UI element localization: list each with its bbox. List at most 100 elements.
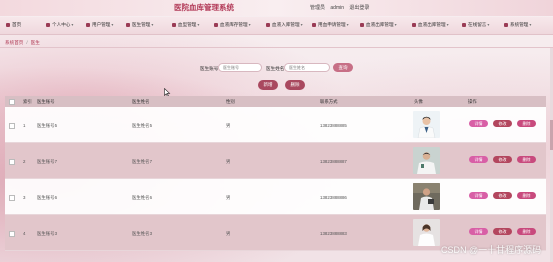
chevron-down-icon: ▾ [394, 22, 397, 27]
column-header-index: 索引 [23, 99, 32, 104]
nav-item-profile[interactable]: 个人中心▾ [46, 22, 73, 28]
cell-name: 医生姓名6 [132, 195, 153, 200]
edit-button[interactable]: 修改 [493, 120, 512, 127]
detail-button[interactable]: 详情 [469, 192, 488, 199]
cell-index: 1 [23, 123, 26, 128]
doctor-icon [126, 22, 130, 27]
delete-button[interactable]: 删除 [517, 120, 536, 127]
inbound-icon [266, 22, 270, 27]
chevron-down-icon: ▾ [197, 22, 200, 27]
user-role-label: 管理员 [310, 5, 326, 11]
cell-account: 医生账号7 [37, 159, 58, 164]
main-nav: 首页 个人中心▾ 用户管理▾ 医生管理▾ 血型管理▾ 血液库存管理▾ 血液入库管… [0, 17, 553, 35]
detail-button[interactable]: 详情 [469, 120, 488, 127]
batch-delete-button[interactable]: 删除 [285, 80, 305, 90]
chevron-down-icon: ▾ [446, 22, 449, 27]
chevron-down-icon: ▾ [529, 22, 532, 27]
cell-index: 2 [23, 159, 26, 164]
table-row: 1 医生账号5 医生姓名5 男 13823888885 详情 修改 删除 [5, 107, 546, 143]
divider [0, 47, 553, 48]
cell-name: 医生姓名5 [132, 123, 153, 128]
nav-item-users[interactable]: 用户管理▾ [86, 22, 113, 28]
search-account-input[interactable] [218, 63, 262, 72]
cell-gender: 男 [226, 231, 231, 236]
nav-item-doctors[interactable]: 医生管理▾ [126, 22, 153, 28]
user-info: 管理员 admin 退出登录 [310, 4, 373, 11]
column-header-account: 医生账号 [37, 99, 55, 104]
breadcrumb-separator: / [26, 40, 28, 45]
cell-account: 医生账号6 [37, 195, 58, 200]
nav-item-system[interactable]: 系统管理▾ [504, 22, 531, 28]
nav-item-home[interactable]: 首页 [6, 22, 21, 28]
add-button[interactable]: 新增 [258, 80, 278, 90]
row-checkbox[interactable] [9, 123, 15, 129]
table-header: 索引 医生账号 医生姓名 性别 联系方式 头像 操作 [5, 96, 546, 107]
cell-gender: 男 [226, 123, 231, 128]
user-icon [46, 22, 50, 27]
top-header: 医院血库管理系统 管理员 admin 退出登录 [0, 0, 553, 16]
search-name-input[interactable] [284, 63, 330, 72]
edit-button[interactable]: 修改 [493, 228, 512, 235]
cell-phone: 13823888883 [320, 231, 347, 236]
cell-name: 医生姓名3 [132, 231, 153, 236]
users-icon [86, 22, 90, 27]
column-header-actions: 操作 [468, 99, 477, 104]
nav-item-request[interactable]: 用血申请管理▾ [312, 22, 349, 28]
nav-item-messages[interactable]: 在线留言▾ [462, 22, 489, 28]
nav-item-outbound[interactable]: 血液出库管理▾ [360, 22, 397, 28]
cell-gender: 男 [226, 159, 231, 164]
cell-phone: 13823888887 [320, 159, 347, 164]
search-button[interactable]: 查询 [333, 63, 353, 72]
search-account-label: 医生账号 [200, 66, 219, 71]
cell-gender: 男 [226, 195, 231, 200]
column-header-gender: 性别 [226, 99, 235, 104]
cell-phone: 13823888886 [320, 195, 347, 200]
doctor-avatar [413, 111, 440, 138]
cell-phone: 13823888885 [320, 123, 347, 128]
edit-button[interactable]: 修改 [493, 156, 512, 163]
breadcrumb: 系统首页 / 医生 [5, 40, 40, 46]
detail-button[interactable]: 详情 [469, 228, 488, 235]
cell-account: 医生账号3 [37, 231, 58, 236]
chevron-down-icon: ▾ [151, 22, 154, 27]
table-row: 2 医生账号7 医生姓名7 男 13823888887 详情 修改 删除 [5, 143, 546, 179]
doctor-avatar [413, 219, 440, 246]
delete-button[interactable]: 删除 [517, 156, 536, 163]
cell-account: 医生账号5 [37, 123, 58, 128]
select-all-checkbox[interactable] [9, 99, 15, 105]
row-checkbox[interactable] [9, 159, 15, 165]
chevron-down-icon: ▾ [248, 22, 251, 27]
nav-item-inbound[interactable]: 血液入库管理▾ [266, 22, 303, 28]
message-icon [462, 22, 466, 27]
cell-index: 4 [23, 231, 26, 236]
column-header-name: 医生姓名 [132, 99, 150, 104]
breadcrumb-home[interactable]: 系统首页 [5, 40, 23, 45]
nav-item-outbound-2[interactable]: 血液出库管理▾ [412, 22, 449, 28]
column-header-phone: 联系方式 [320, 99, 338, 104]
delete-button[interactable]: 删除 [517, 228, 536, 235]
breadcrumb-current: 医生 [30, 40, 40, 45]
row-checkbox[interactable] [9, 195, 15, 201]
settings-icon [504, 22, 508, 27]
detail-button[interactable]: 详情 [469, 156, 488, 163]
row-checkbox[interactable] [9, 231, 15, 237]
chevron-down-icon: ▾ [487, 22, 490, 27]
column-header-avatar: 头像 [414, 99, 423, 104]
chevron-down-icon: ▾ [346, 22, 349, 27]
nav-item-bloodtype[interactable]: 血型管理▾ [172, 22, 199, 28]
chevron-down-icon: ▾ [71, 22, 74, 27]
home-icon [6, 22, 10, 27]
delete-button[interactable]: 删除 [517, 192, 536, 199]
chevron-down-icon: ▾ [300, 22, 303, 27]
stock-icon [214, 22, 218, 27]
watermark: CSDN @一十甘程序源码 [441, 245, 542, 255]
logout-link[interactable]: 退出登录 [349, 5, 369, 11]
nav-item-stock[interactable]: 血液库存管理▾ [214, 22, 251, 28]
user-name: admin [330, 5, 345, 11]
edit-button[interactable]: 修改 [493, 192, 512, 199]
table-row: 3 医生账号6 医生姓名6 男 13823888886 详情 修改 删除 [5, 179, 546, 215]
blood-drop-icon [172, 22, 176, 27]
doctor-table: 索引 医生账号 医生姓名 性别 联系方式 头像 操作 1 医生账号5 医生姓名5… [5, 96, 546, 251]
cell-index: 3 [23, 195, 26, 200]
cell-name: 医生姓名7 [132, 159, 153, 164]
